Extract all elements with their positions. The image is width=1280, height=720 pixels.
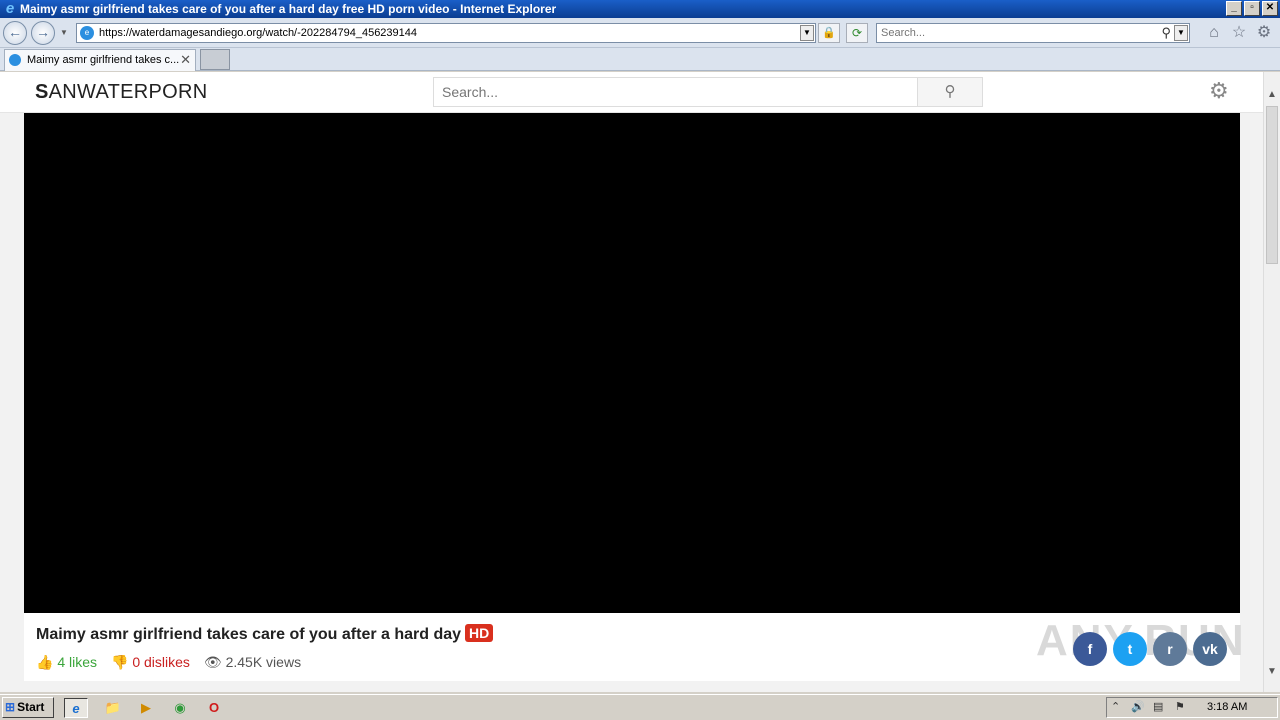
show-hidden-icons-icon[interactable]: ⌃ [1111, 698, 1120, 717]
page-viewport: SANWATERPORN ⚲ ⚙ Maimy asmr girlfriend t… [0, 72, 1263, 692]
taskbar-opera-icon[interactable]: O [202, 698, 226, 718]
minimize-button[interactable]: _ [1226, 1, 1242, 16]
search-provider-dropdown[interactable]: ▼ [1174, 25, 1188, 41]
site-search-input[interactable] [434, 78, 917, 106]
share-buttons: f t r vk [1073, 632, 1227, 666]
volume-icon[interactable]: 🔊 [1131, 698, 1145, 717]
video-title-text: Maimy asmr girlfriend takes care of you … [36, 626, 462, 643]
restore-button[interactable]: ▫ [1244, 1, 1260, 16]
internet-explorer-icon: e [5, 0, 15, 17]
page-scrollbar[interactable]: ▲ ▼ [1263, 72, 1280, 692]
video-title: Maimy asmr girlfriend takes care of you … [36, 624, 494, 644]
reddit-share-button[interactable]: r [1153, 632, 1187, 666]
start-label: Start [17, 700, 45, 714]
start-button[interactable]: ⊞ Start [2, 697, 54, 718]
browser-search-box[interactable]: ⚲ ▼ [876, 23, 1190, 43]
browser-search-input[interactable] [881, 26, 1151, 40]
site-favicon-icon: e [80, 26, 94, 40]
site-logo[interactable]: SANWATERPORN [35, 81, 208, 104]
forward-button[interactable]: → [31, 21, 55, 45]
site-search-button[interactable]: ⚲ [917, 77, 983, 107]
site-search-box [433, 77, 918, 107]
taskbar-internet-explorer-icon[interactable]: e [64, 698, 88, 718]
tab-label: Maimy asmr girlfriend takes c... [27, 54, 180, 66]
window-title: Maimy asmr girlfriend takes care of you … [20, 2, 557, 16]
tab-bar: Maimy asmr girlfriend takes c... ✕ [0, 48, 1280, 71]
new-tab-button[interactable] [200, 49, 230, 70]
view-count: 👁 2.45K views [203, 654, 302, 670]
tab-favicon-icon [9, 54, 21, 66]
taskbar-clock[interactable]: 3:18 AM [1207, 698, 1247, 717]
vk-share-button[interactable]: vk [1193, 632, 1227, 666]
network-icon[interactable]: ▤ [1153, 698, 1163, 717]
security-lock-icon[interactable]: 🔒 [818, 23, 840, 43]
twitter-share-button[interactable]: t [1113, 632, 1147, 666]
search-icon[interactable]: ⚲ [1161, 25, 1171, 41]
windows-taskbar: ⊞ Start e 📁 ▶ ◉ O ⌃ 🔊 ▤ ⚑ 3:18 AM [0, 694, 1280, 720]
logo-rest: ANWATERPORN [48, 81, 208, 103]
like-button[interactable]: 👍 4 likes [36, 654, 97, 671]
taskbar-file-explorer-icon[interactable]: 📁 [101, 698, 125, 718]
system-tray: ⌃ 🔊 ▤ ⚑ 3:18 AM [1106, 697, 1278, 718]
taskbar-media-player-icon[interactable]: ▶ [134, 698, 158, 718]
favorites-star-icon[interactable]: ☆ [1230, 24, 1248, 42]
tab-active[interactable]: Maimy asmr girlfriend takes c... ✕ [4, 49, 196, 71]
settings-gear-icon[interactable]: ⚙ [1209, 80, 1229, 102]
hd-badge: HD [465, 624, 494, 642]
site-header: SANWATERPORN ⚲ ⚙ [0, 72, 1263, 113]
logo-first-letter: S [35, 81, 49, 103]
home-icon[interactable]: ⌂ [1205, 24, 1223, 42]
refresh-button[interactable]: ⟳ [846, 23, 868, 43]
close-button[interactable]: ✕ [1262, 1, 1278, 16]
facebook-share-button[interactable]: f [1073, 632, 1107, 666]
action-center-flag-icon[interactable]: ⚑ [1175, 698, 1185, 717]
navigation-bar: ← → ▼ e https://waterdamagesandiego.org/… [0, 18, 1280, 48]
video-info-panel: Maimy asmr girlfriend takes care of you … [24, 613, 1244, 681]
address-url[interactable]: https://waterdamagesandiego.org/watch/-2… [99, 24, 417, 42]
windows-flag-icon: ⊞ [5, 700, 16, 714]
scroll-up-arrow-icon[interactable]: ▲ [1264, 86, 1280, 103]
recent-pages-dropdown[interactable]: ▼ [60, 28, 68, 37]
address-bar[interactable]: e https://waterdamagesandiego.org/watch/… [76, 23, 816, 43]
back-button[interactable]: ← [3, 21, 27, 45]
video-stats: 👍 4 likes 👎 0 dislikes 👁 2.45K views [36, 654, 301, 671]
search-icon: ⚲ [944, 83, 956, 100]
window-controls: _ ▫ ✕ [1226, 1, 1278, 16]
window-title-bar: e Maimy asmr girlfriend takes care of yo… [0, 0, 1280, 18]
tab-close-icon[interactable]: ✕ [180, 50, 191, 70]
dislike-button[interactable]: 👎 0 dislikes [111, 654, 190, 671]
scroll-down-arrow-icon[interactable]: ▼ [1264, 663, 1280, 680]
address-dropdown-button[interactable]: ▼ [800, 25, 814, 41]
video-player[interactable] [24, 113, 1240, 613]
taskbar-chrome-icon[interactable]: ◉ [168, 698, 192, 718]
scrollbar-thumb[interactable] [1266, 106, 1278, 264]
tools-gear-icon[interactable]: ⚙ [1255, 24, 1273, 42]
